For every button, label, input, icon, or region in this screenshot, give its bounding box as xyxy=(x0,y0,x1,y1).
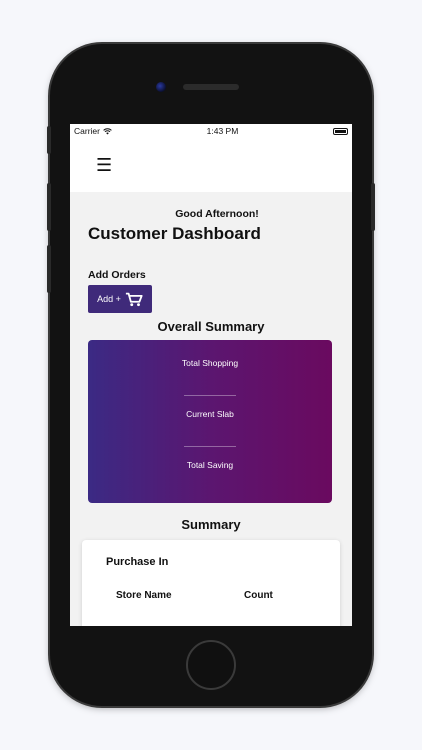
purchase-in-title: Purchase In xyxy=(106,556,169,568)
column-header-store-name: Store Name xyxy=(116,590,172,601)
power-button xyxy=(371,183,375,231)
page-title: Customer Dashboard xyxy=(88,224,261,243)
summary-title: Summary xyxy=(181,517,241,532)
mute-switch xyxy=(47,126,51,154)
camera-icon xyxy=(156,82,166,92)
status-bar: Carrier 1:43 PM xyxy=(70,124,352,138)
add-order-button[interactable]: Add + xyxy=(88,285,152,313)
total-saving-label: Total Saving xyxy=(186,460,234,470)
wifi-icon xyxy=(103,127,112,134)
overall-summary-card: Total Shopping Current Slab Total Saving xyxy=(88,340,332,503)
battery-icon xyxy=(332,127,348,135)
column-header-count: Count xyxy=(244,590,273,601)
purchase-in-panel: Purchase In Store Name Count xyxy=(82,540,340,626)
speaker-grille xyxy=(183,84,239,90)
divider xyxy=(184,395,236,396)
greeting-text: Good Afternoon! xyxy=(175,208,259,220)
volume-up-button xyxy=(47,183,51,231)
hamburger-icon[interactable]: ☰ xyxy=(96,155,112,176)
carrier-label: Carrier xyxy=(74,126,100,136)
volume-down-button xyxy=(47,245,51,293)
dashboard-content: Good Afternoon! Customer Dashboard Add O… xyxy=(70,208,352,626)
add-orders-label: Add Orders xyxy=(88,269,146,281)
add-order-button-label: Add + xyxy=(97,294,121,304)
clock: 1:43 PM xyxy=(206,126,239,136)
home-button[interactable] xyxy=(186,640,236,690)
app-bar: ☰ xyxy=(70,138,352,192)
app-screen: Carrier 1:43 PM ☰ Good Afternoon! Custom… xyxy=(70,124,352,626)
total-shopping-label: Total Shopping xyxy=(181,358,239,368)
divider xyxy=(184,446,236,447)
current-slab-label: Current Slab xyxy=(186,409,234,419)
table-header: Store Name Count xyxy=(106,590,316,601)
cart-icon xyxy=(125,292,143,306)
overall-summary-title: Overall Summary xyxy=(157,319,265,334)
